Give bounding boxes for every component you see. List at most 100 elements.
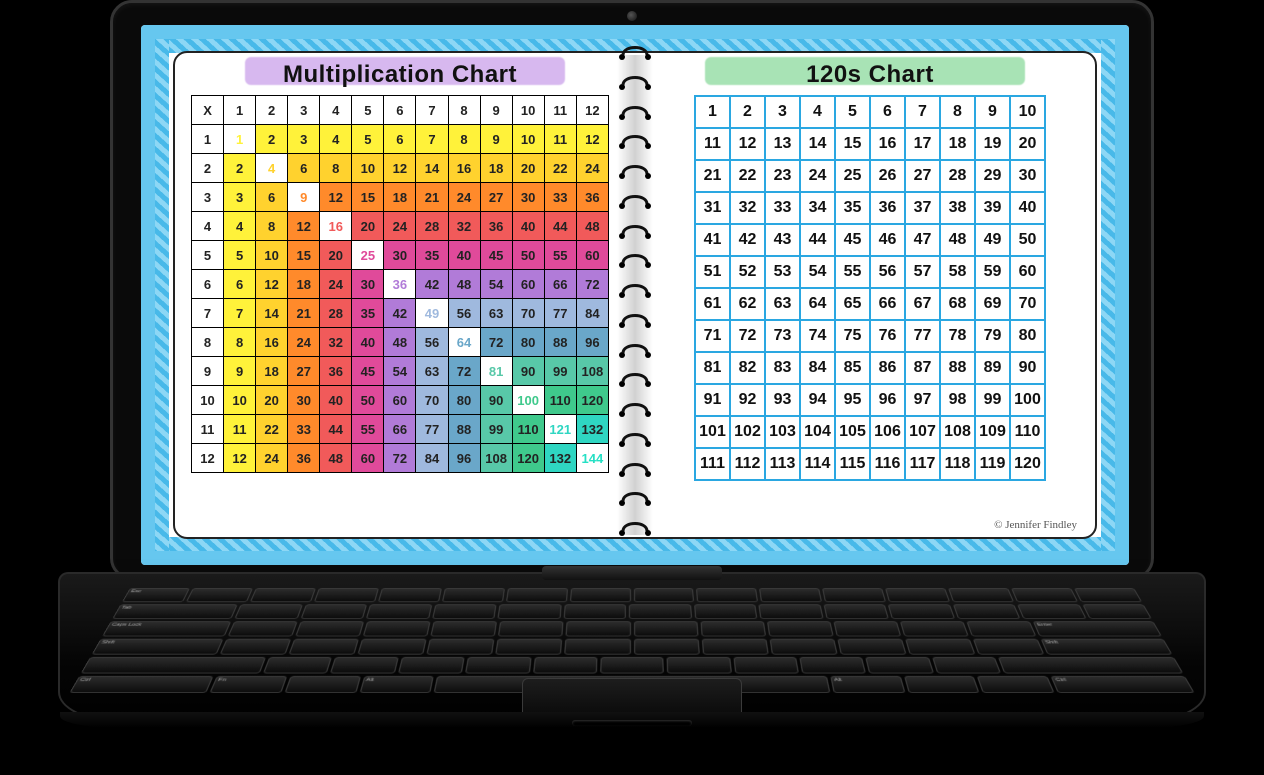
mult-cell: 88 <box>544 328 576 357</box>
hundreds-cell: 71 <box>695 320 730 352</box>
mult-cell: 81 <box>480 357 512 386</box>
mult-cell: 16 <box>256 328 288 357</box>
mult-cell: 12 <box>224 444 256 473</box>
mult-cell: 40 <box>512 212 544 241</box>
mult-cell: 36 <box>320 357 352 386</box>
hundreds-cell: 73 <box>765 320 800 352</box>
keyboard-key <box>378 588 442 602</box>
mult-cell: 60 <box>384 386 416 415</box>
keyboard-key <box>220 639 292 655</box>
keyboard-key <box>250 588 316 602</box>
mult-cell: 7 <box>416 125 448 154</box>
mult-cell: 99 <box>544 357 576 386</box>
mult-cell: 11 <box>224 415 256 444</box>
hundreds-cell: 29 <box>975 160 1010 192</box>
keyboard-key <box>600 657 664 673</box>
mult-row-header: 12 <box>192 444 224 473</box>
hundreds-cell: 118 <box>940 448 975 480</box>
mult-cell: 12 <box>384 154 416 183</box>
hundreds-cell: 33 <box>765 192 800 224</box>
mult-cell: 14 <box>416 154 448 183</box>
keyboard-key <box>81 657 267 673</box>
left-page: Multiplication Chart X123456789101112112… <box>175 53 635 537</box>
hundreds-cell: 12 <box>730 128 765 160</box>
hundreds-cell: 69 <box>975 288 1010 320</box>
hundreds-cell: 18 <box>940 128 975 160</box>
hundreds-cell: 111 <box>695 448 730 480</box>
keyboard-key: Shift <box>1040 639 1172 655</box>
mult-cell: 33 <box>288 415 320 444</box>
hundreds-cell: 103 <box>765 416 800 448</box>
mult-col-header: 9 <box>480 96 512 125</box>
mult-col-header: 3 <box>288 96 320 125</box>
hundreds-cell: 92 <box>730 384 765 416</box>
mult-cell: 24 <box>320 270 352 299</box>
keyboard-key <box>263 657 332 673</box>
mult-cell: 54 <box>480 270 512 299</box>
hundreds-cell: 106 <box>870 416 905 448</box>
keyboard-key <box>822 588 886 602</box>
mult-cell: 66 <box>544 270 576 299</box>
hundreds-cell: 5 <box>835 96 870 128</box>
mult-cell: 80 <box>448 386 480 415</box>
keyboard-key <box>952 604 1020 619</box>
mult-cell: 121 <box>544 415 576 444</box>
keyboard-key: Alt <box>359 676 434 693</box>
keyboard-key <box>497 604 561 619</box>
mult-row-header: 5 <box>192 241 224 270</box>
hundreds-cell: 60 <box>1010 256 1045 288</box>
mult-row-header: 11 <box>192 415 224 444</box>
hundreds-cell: 57 <box>905 256 940 288</box>
mult-cell: 24 <box>256 444 288 473</box>
mult-cell: 28 <box>416 212 448 241</box>
hundreds-cell: 44 <box>800 224 835 256</box>
mult-cell: 6 <box>288 154 320 183</box>
keyboard-key <box>759 588 822 602</box>
keyboard-key <box>363 621 431 636</box>
hundreds-cell: 23 <box>765 160 800 192</box>
mult-cell: 132 <box>576 415 608 444</box>
keyboard-key <box>667 657 732 673</box>
mult-cell: 8 <box>256 212 288 241</box>
hundreds-cell: 3 <box>765 96 800 128</box>
hundreds-cell: 68 <box>940 288 975 320</box>
keyboard-key <box>442 588 505 602</box>
mult-cell: 96 <box>576 328 608 357</box>
keyboard-key <box>634 639 700 655</box>
hundreds-cell: 96 <box>870 384 905 416</box>
hundreds-cell: 108 <box>940 416 975 448</box>
mult-cell: 25 <box>352 241 384 270</box>
hundreds-cell: 53 <box>765 256 800 288</box>
mult-cell: 108 <box>480 444 512 473</box>
hundreds-cell: 88 <box>940 352 975 384</box>
keyboard-key <box>186 588 253 602</box>
hundreds-cell: 87 <box>905 352 940 384</box>
keyboard-key <box>799 657 866 673</box>
mult-col-header: 7 <box>416 96 448 125</box>
laptop-screen: Multiplication Chart X123456789101112112… <box>141 25 1129 565</box>
hundreds-cell: 47 <box>905 224 940 256</box>
keyboard-key <box>977 676 1055 693</box>
hundreds-cell: 116 <box>870 448 905 480</box>
mult-cell: 20 <box>352 212 384 241</box>
mult-cell: 56 <box>416 328 448 357</box>
keyboard-key <box>966 621 1036 636</box>
keyboard-key <box>973 639 1045 655</box>
mult-row-header: 7 <box>192 299 224 328</box>
laptop-base: EscTabCaps LockEnterShiftShiftCtrlFnAltA… <box>58 572 1206 722</box>
mult-cell: 16 <box>448 154 480 183</box>
keyboard-key <box>289 639 359 655</box>
mult-row-header: 1 <box>192 125 224 154</box>
keyboard-key: Ctrl <box>69 676 213 693</box>
hundreds-chart-title: 120s Chart <box>661 61 1079 89</box>
mult-cell: 18 <box>288 270 320 299</box>
hundreds-cell: 27 <box>905 160 940 192</box>
mult-cell: 30 <box>352 270 384 299</box>
laptop-screen-bezel: Multiplication Chart X123456789101112112… <box>110 0 1154 580</box>
hundreds-cell: 91 <box>695 384 730 416</box>
hundreds-cell: 113 <box>765 448 800 480</box>
mult-cell: 21 <box>288 299 320 328</box>
hundreds-cell: 112 <box>730 448 765 480</box>
mult-cell: 60 <box>576 241 608 270</box>
hundreds-cell: 8 <box>940 96 975 128</box>
